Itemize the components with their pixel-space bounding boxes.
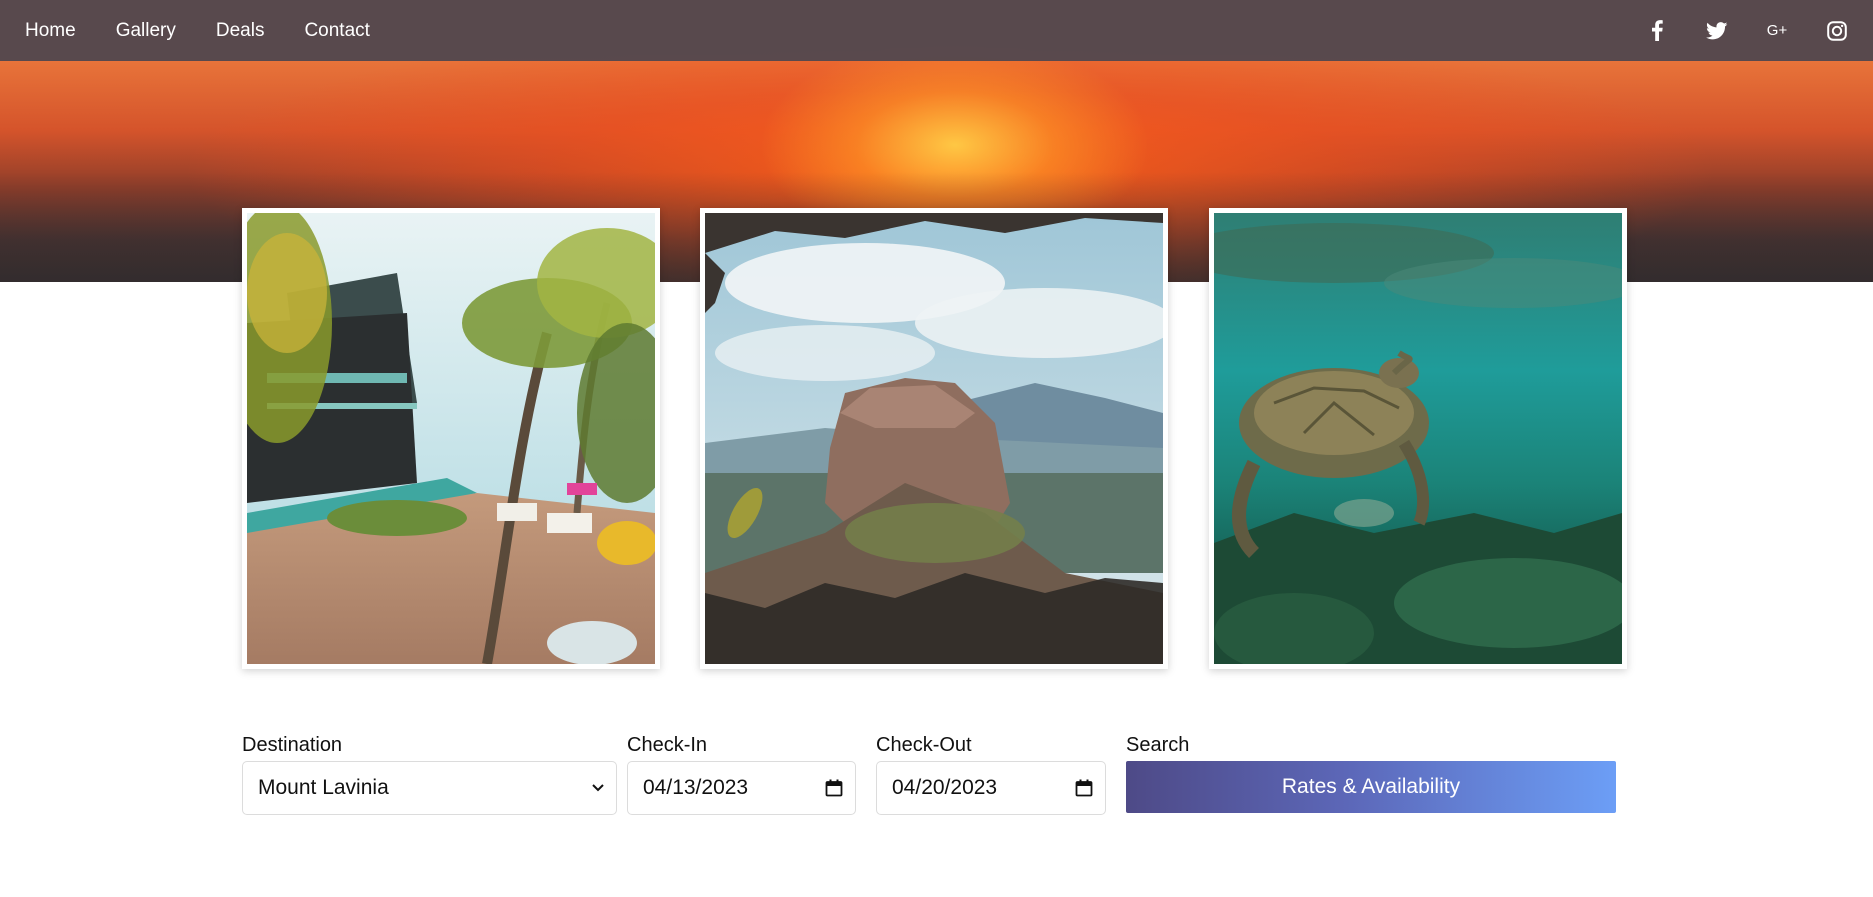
checkin-label: Check-In: [627, 734, 708, 756]
destination-select[interactable]: Mount Lavinia: [242, 761, 617, 815]
checkin-value: 04/13/2023: [643, 776, 749, 799]
destination-group: Destination Mount Lavinia: [242, 731, 617, 815]
nav-link-home[interactable]: Home: [25, 20, 76, 42]
instagram-icon[interactable]: [1807, 11, 1867, 51]
nav-link-contact[interactable]: Contact: [304, 20, 369, 42]
resort-pool-photo: [247, 213, 655, 664]
top-navbar: Home Gallery Deals Contact G+: [0, 0, 1873, 61]
google-plus-text: G+: [1766, 22, 1788, 39]
calendar-icon[interactable]: [1075, 779, 1093, 797]
destination-label: Destination: [242, 734, 343, 756]
checkout-value: 04/20/2023: [892, 776, 998, 799]
search-group: Search Rates & Availability: [1126, 731, 1616, 813]
search-label: Search: [1126, 734, 1190, 756]
twitter-icon[interactable]: [1687, 11, 1747, 51]
social-links: G+: [1627, 11, 1873, 51]
gallery-card-rock[interactable]: [700, 208, 1168, 669]
checkout-group: Check-Out 04/20/2023: [876, 731, 1106, 815]
checkout-label: Check-Out: [876, 734, 972, 756]
nav-link-deals[interactable]: Deals: [216, 20, 265, 42]
calendar-icon[interactable]: [825, 779, 843, 797]
gallery-card-turtle[interactable]: [1209, 208, 1627, 669]
chevron-down-icon: [592, 784, 604, 792]
sea-turtle-photo: [1214, 213, 1622, 664]
checkin-group: Check-In 04/13/2023: [627, 731, 856, 815]
rock-fortress-photo: [705, 213, 1163, 664]
nav-link-gallery[interactable]: Gallery: [116, 20, 176, 42]
nav-links: Home Gallery Deals Contact: [0, 20, 410, 42]
checkout-date-input[interactable]: 04/20/2023: [876, 761, 1106, 815]
destination-value: Mount Lavinia: [258, 776, 389, 799]
rates-availability-button[interactable]: Rates & Availability: [1126, 761, 1616, 813]
facebook-icon[interactable]: [1627, 11, 1687, 51]
gallery-card-resort[interactable]: [242, 208, 660, 669]
checkin-date-input[interactable]: 04/13/2023: [627, 761, 856, 815]
google-plus-icon[interactable]: G+: [1747, 11, 1807, 51]
